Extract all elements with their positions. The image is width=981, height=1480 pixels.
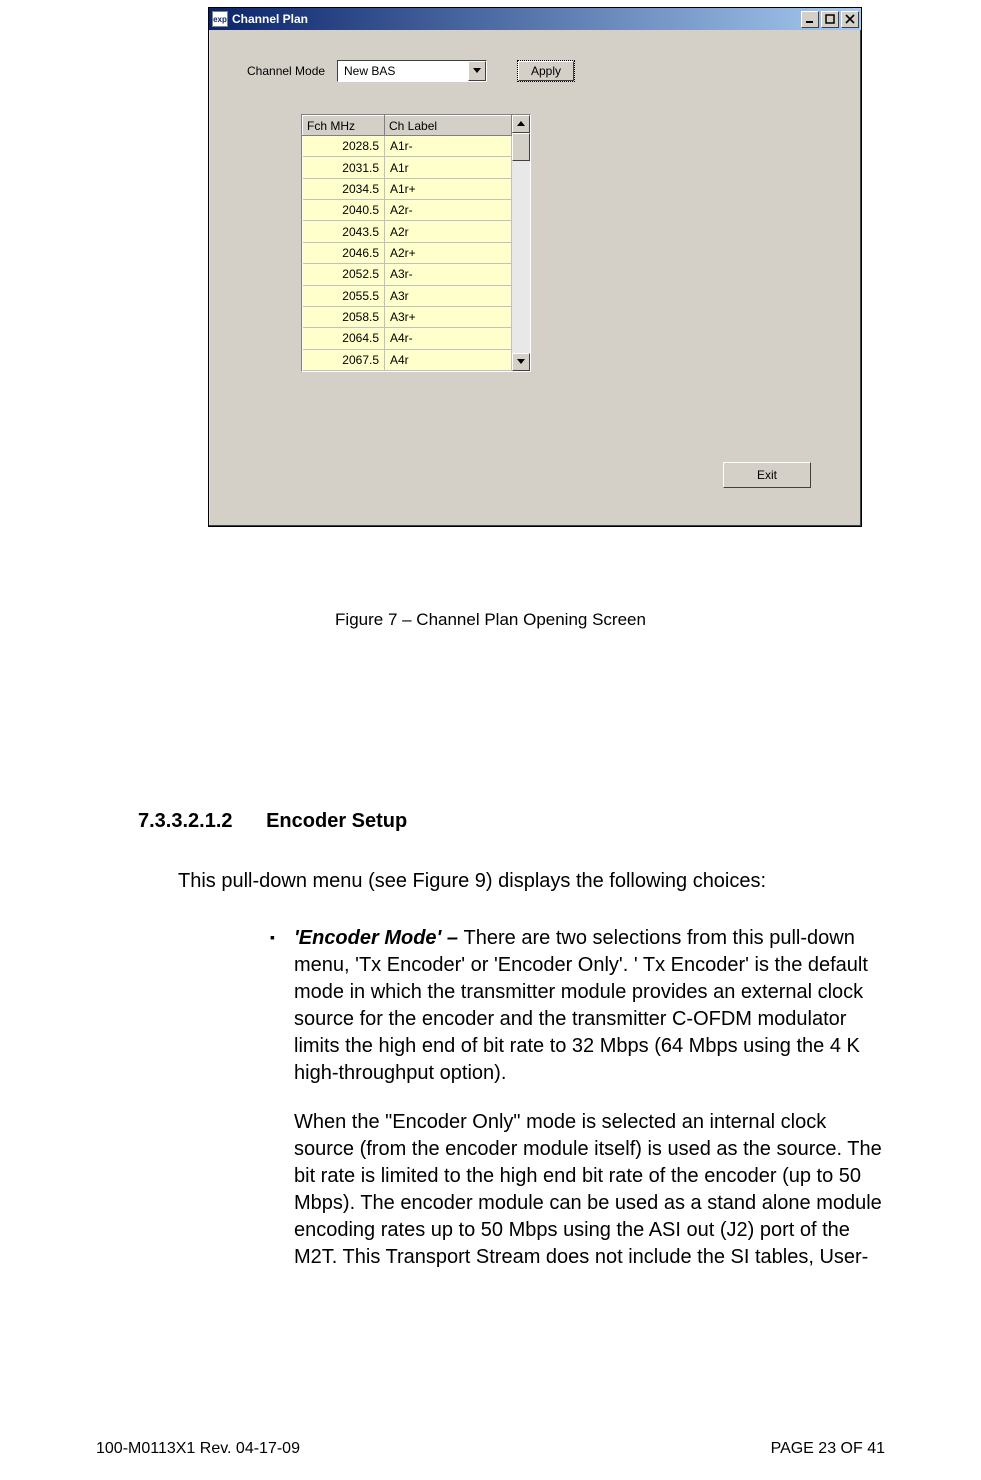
encoder-mode-bullet: ▪ 'Encoder Mode' – There are two selecti… xyxy=(294,925,884,1271)
channel-grid[interactable]: Fch MHz Ch Label 2028.5A1r- 2031.5A1r 20… xyxy=(301,114,531,372)
apply-button-inner: Apply xyxy=(518,61,574,81)
cell-fch: 2028.5 xyxy=(303,136,385,157)
channel-mode-select[interactable]: New BAS xyxy=(337,60,487,82)
scroll-thumb[interactable] xyxy=(512,133,530,161)
col-header-label[interactable]: Ch Label xyxy=(385,116,512,136)
bullet-para-1: 'Encoder Mode' – There are two selection… xyxy=(294,925,884,1087)
cell-label: A1r- xyxy=(385,136,512,157)
cell-label: A3r+ xyxy=(385,306,512,327)
cell-label: A4r xyxy=(385,349,512,370)
apply-button[interactable]: Apply xyxy=(517,60,575,82)
bullet-icon: ▪ xyxy=(270,928,275,947)
channel-plan-dialog: exp Channel Plan Channel Mode New BAS Ap… xyxy=(208,7,862,527)
cell-label: A2r- xyxy=(385,200,512,221)
maximize-button[interactable] xyxy=(821,11,839,28)
cell-fch: 2064.5 xyxy=(303,328,385,349)
footer-right: PAGE 23 OF 41 xyxy=(771,1440,885,1458)
bullet-lead: 'Encoder Mode' – xyxy=(294,927,464,949)
cell-fch: 2034.5 xyxy=(303,178,385,199)
titlebar: exp Channel Plan xyxy=(209,8,861,30)
window-title: Channel Plan xyxy=(232,12,799,26)
cell-label: A4r- xyxy=(385,328,512,349)
exit-button-label: Exit xyxy=(757,468,777,482)
cell-fch: 2046.5 xyxy=(303,242,385,263)
cell-fch: 2052.5 xyxy=(303,264,385,285)
channel-table: Fch MHz Ch Label 2028.5A1r- 2031.5A1r 20… xyxy=(302,115,512,371)
cell-fch: 2040.5 xyxy=(303,200,385,221)
exit-button[interactable]: Exit xyxy=(723,462,811,488)
app-icon: exp xyxy=(212,11,228,27)
chevron-up-icon xyxy=(517,121,525,127)
cell-fch: 2058.5 xyxy=(303,306,385,327)
chevron-down-icon xyxy=(473,68,481,74)
scroll-up-button[interactable] xyxy=(512,115,530,133)
channel-mode-label: Channel Mode xyxy=(247,64,325,78)
close-icon xyxy=(845,14,855,24)
cell-fch: 2055.5 xyxy=(303,285,385,306)
channel-mode-value: New BAS xyxy=(338,64,468,78)
section-title: Encoder Setup xyxy=(266,810,407,832)
table-row[interactable]: 2043.5A2r xyxy=(303,221,512,242)
table-row[interactable]: 2040.5A2r- xyxy=(303,200,512,221)
table-row[interactable]: 2046.5A2r+ xyxy=(303,242,512,263)
dialog-body: Channel Mode New BAS Apply Fch MHz Ch La… xyxy=(209,30,861,526)
table-row[interactable]: 2031.5A1r xyxy=(303,157,512,178)
cell-label: A3r- xyxy=(385,264,512,285)
table-row[interactable]: 2067.5A4r xyxy=(303,349,512,370)
cell-label: A1r xyxy=(385,157,512,178)
table-header-row: Fch MHz Ch Label xyxy=(303,116,512,136)
table-row[interactable]: 2028.5A1r- xyxy=(303,136,512,157)
bullet-para-2: When the "Encoder Only" mode is selected… xyxy=(294,1109,884,1271)
footer-left: 100-M0113X1 Rev. 04-17-09 xyxy=(96,1440,300,1458)
section-intro: This pull-down menu (see Figure 9) displ… xyxy=(178,870,898,893)
cell-fch: 2031.5 xyxy=(303,157,385,178)
cell-fch: 2043.5 xyxy=(303,221,385,242)
minimize-icon xyxy=(805,14,815,24)
section-heading: 7.3.3.2.1.2 Encoder Setup xyxy=(138,810,407,833)
cell-fch: 2067.5 xyxy=(303,349,385,370)
table-row[interactable]: 2034.5A1r+ xyxy=(303,178,512,199)
table-row[interactable]: 2058.5A3r+ xyxy=(303,306,512,327)
cell-label: A3r xyxy=(385,285,512,306)
minimize-button[interactable] xyxy=(801,11,819,28)
app-icon-text: exp xyxy=(213,15,227,24)
close-button[interactable] xyxy=(841,11,859,28)
bullet-text-1: There are two selections from this pull-… xyxy=(294,927,868,1084)
channel-mode-dropdown-button[interactable] xyxy=(468,61,486,81)
figure-caption: Figure 7 – Channel Plan Opening Screen xyxy=(0,610,981,630)
cell-label: A1r+ xyxy=(385,178,512,199)
table-row[interactable]: 2055.5A3r xyxy=(303,285,512,306)
scroll-track[interactable] xyxy=(512,161,530,353)
cell-label: A2r xyxy=(385,221,512,242)
grid-scrollbar[interactable] xyxy=(512,115,530,371)
table-row[interactable]: 2064.5A4r- xyxy=(303,328,512,349)
apply-button-label: Apply xyxy=(531,64,561,78)
chevron-down-icon xyxy=(517,359,525,365)
cell-label: A2r+ xyxy=(385,242,512,263)
maximize-icon xyxy=(825,14,835,24)
section-number: 7.3.3.2.1.2 xyxy=(138,810,233,832)
table-row[interactable]: 2052.5A3r- xyxy=(303,264,512,285)
col-header-fch[interactable]: Fch MHz xyxy=(303,116,385,136)
scroll-down-button[interactable] xyxy=(512,353,530,371)
